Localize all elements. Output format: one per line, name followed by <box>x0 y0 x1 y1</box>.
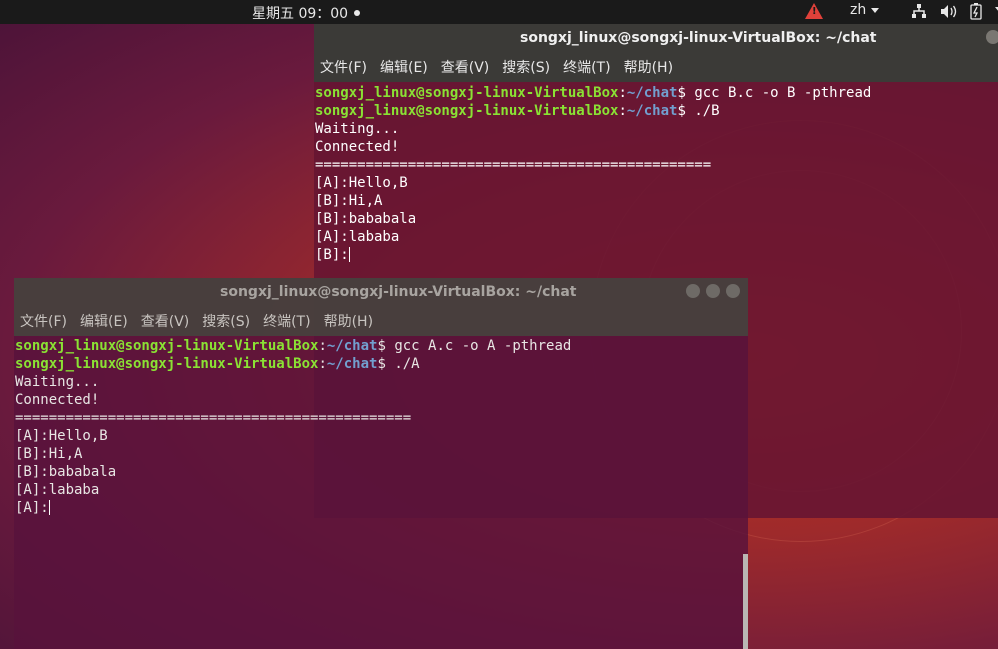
command-line: songxj_linux@songxj-linux-VirtualBox:~/c… <box>315 103 720 119</box>
menu-help[interactable]: 帮助(H) <box>324 311 373 331</box>
output-line: Connected! <box>315 139 400 155</box>
command-line: songxj_linux@songxj-linux-VirtualBox:~/c… <box>15 338 572 354</box>
language-label: zh <box>850 2 867 18</box>
top-bar: 星期五 09：00 ! zh <box>0 0 998 24</box>
output-line: Waiting... <box>315 121 400 137</box>
output-line: [A]:Hello,B <box>15 428 108 444</box>
title-bar[interactable]: songxj_linux@songxj-linux-VirtualBox: ~/… <box>314 24 998 52</box>
close-icon[interactable] <box>726 284 740 298</box>
command-text: gcc A.c -o A -pthread <box>394 338 572 354</box>
input-line[interactable]: [B]: <box>315 246 998 264</box>
output-line: ========================================… <box>15 410 412 426</box>
minimize-icon[interactable] <box>986 30 998 44</box>
menu-terminal[interactable]: 终端(T) <box>563 57 610 77</box>
command-line: songxj_linux@songxj-linux-VirtualBox:~/c… <box>15 356 420 372</box>
prompt-path: ~/chat <box>326 338 378 354</box>
volume-icon[interactable] <box>940 4 958 19</box>
window-title: songxj_linux@songxj-linux-VirtualBox: ~/… <box>220 284 577 300</box>
scrollbar[interactable] <box>743 554 748 649</box>
terminal-output[interactable]: songxj_linux@songxj-linux-VirtualBox:~/c… <box>14 336 748 517</box>
warning-icon[interactable]: ! <box>805 3 823 19</box>
battery-icon[interactable] <box>970 3 982 20</box>
output-line: [B]:bababala <box>15 464 117 480</box>
output-line: [A]:lababa <box>315 229 400 245</box>
chevron-down-icon <box>871 7 880 13</box>
menu-edit[interactable]: 编辑(E) <box>80 311 128 331</box>
menu-view[interactable]: 查看(V) <box>441 57 490 77</box>
terminal-window-a[interactable]: songxj_linux@songxj-linux-VirtualBox: ~/… <box>14 278 748 649</box>
power-menu-icon[interactable] <box>990 7 998 12</box>
prompt-user: songxj_linux@songxj-linux-VirtualBox <box>315 85 619 101</box>
command-text: gcc B.c -o B -pthread <box>694 85 872 101</box>
output-line: Connected! <box>15 392 100 408</box>
output-line: [A]:lababa <box>15 482 100 498</box>
menu-view[interactable]: 查看(V) <box>141 311 190 331</box>
title-bar[interactable]: songxj_linux@songxj-linux-VirtualBox: ~/… <box>14 278 748 306</box>
prompt-user: songxj_linux@songxj-linux-VirtualBox <box>15 338 319 354</box>
output-line: [A]:Hello,B <box>315 175 408 191</box>
menu-edit[interactable]: 编辑(E) <box>380 57 428 77</box>
menu-search[interactable]: 搜索(S) <box>202 311 250 331</box>
maximize-icon[interactable] <box>706 284 720 298</box>
input-line[interactable]: [A]: <box>15 499 748 517</box>
command-line: songxj_linux@songxj-linux-VirtualBox:~/c… <box>315 85 872 101</box>
input-prompt: [B]: <box>315 247 349 263</box>
menu-bar: 文件(F) 编辑(E) 查看(V) 搜索(S) 终端(T) 帮助(H) <box>314 52 998 82</box>
prompt-path: ~/chat <box>626 103 678 119</box>
clock[interactable]: 星期五 09：00 <box>252 3 361 23</box>
text-cursor <box>348 247 350 262</box>
menu-terminal[interactable]: 终端(T) <box>263 311 310 331</box>
input-prompt: [A]: <box>15 500 49 516</box>
text-cursor <box>48 500 50 515</box>
menu-file[interactable]: 文件(F) <box>20 311 67 331</box>
prompt-path: ~/chat <box>326 356 378 372</box>
network-icon[interactable] <box>911 3 927 19</box>
output-line: [B]:Hi,A <box>15 446 83 462</box>
window-title: songxj_linux@songxj-linux-VirtualBox: ~/… <box>520 30 877 46</box>
terminal-output[interactable]: songxj_linux@songxj-linux-VirtualBox:~/c… <box>314 82 998 264</box>
clock-label: 星期五 09：00 <box>252 6 349 22</box>
output-line: [B]:bababala <box>315 211 417 227</box>
command-text: ./B <box>694 103 720 119</box>
input-method-menu[interactable]: zh <box>850 2 880 18</box>
output-line: ========================================… <box>315 157 712 173</box>
notification-dot <box>354 10 361 16</box>
output-line: Waiting... <box>15 374 100 390</box>
menu-search[interactable]: 搜索(S) <box>502 57 550 77</box>
minimize-icon[interactable] <box>686 284 700 298</box>
output-line: [B]:Hi,A <box>315 193 383 209</box>
menu-file[interactable]: 文件(F) <box>320 57 367 77</box>
prompt-user: songxj_linux@songxj-linux-VirtualBox <box>15 356 319 372</box>
command-text: ./A <box>394 356 420 372</box>
prompt-path: ~/chat <box>626 85 678 101</box>
menu-help[interactable]: 帮助(H) <box>624 57 673 77</box>
prompt-user: songxj_linux@songxj-linux-VirtualBox <box>315 103 619 119</box>
menu-bar: 文件(F) 编辑(E) 查看(V) 搜索(S) 终端(T) 帮助(H) <box>14 306 748 336</box>
